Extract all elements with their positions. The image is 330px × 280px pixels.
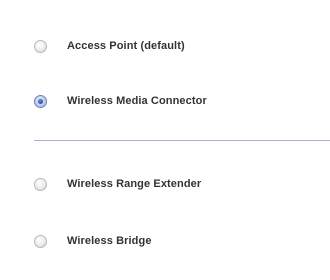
radio-wireless-media-connector[interactable] bbox=[34, 94, 47, 108]
radio-access-point[interactable] bbox=[34, 39, 47, 53]
option-wireless-bridge[interactable]: Wireless Bridge bbox=[34, 227, 330, 255]
option-access-point-label: Access Point (default) bbox=[67, 40, 185, 52]
option-access-point[interactable]: Access Point (default) bbox=[34, 32, 330, 60]
option-wireless-range-extender[interactable]: Wireless Range Extender bbox=[34, 170, 330, 198]
mode-options-panel: Access Point (default) Wireless Media Co… bbox=[0, 0, 330, 280]
option-wireless-media-connector[interactable]: Wireless Media Connector bbox=[34, 87, 330, 115]
radio-wireless-bridge[interactable] bbox=[34, 234, 47, 248]
option-wireless-range-extender-label: Wireless Range Extender bbox=[67, 178, 202, 190]
radio-wireless-range-extender[interactable] bbox=[34, 177, 47, 191]
divider bbox=[34, 140, 330, 141]
option-wireless-bridge-label: Wireless Bridge bbox=[67, 235, 152, 247]
option-wireless-media-connector-label: Wireless Media Connector bbox=[67, 95, 207, 107]
